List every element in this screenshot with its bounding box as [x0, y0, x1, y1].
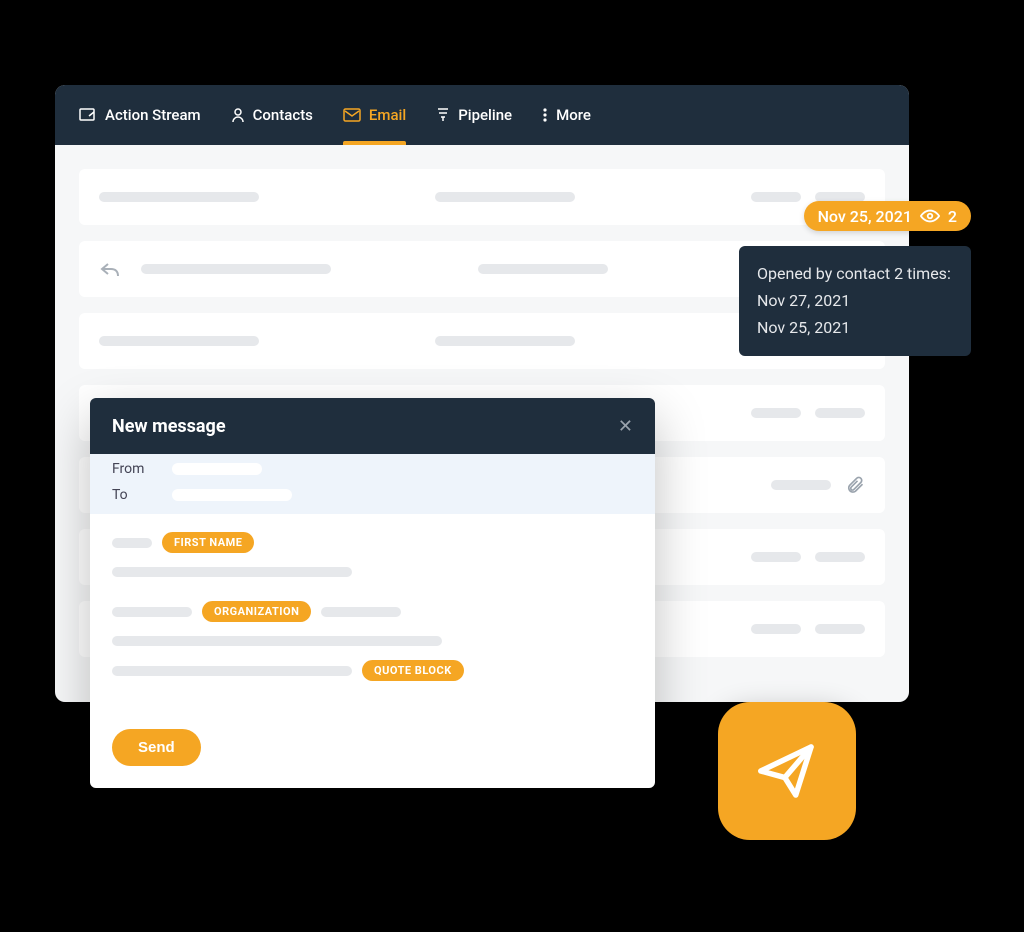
- close-icon[interactable]: ✕: [618, 416, 633, 437]
- tooltip-time: Nov 27, 2021: [757, 287, 953, 314]
- open-tracking-date: Nov 25, 2021: [818, 207, 912, 226]
- contacts-icon: [231, 107, 245, 123]
- nav-pipeline[interactable]: Pipeline: [436, 85, 512, 145]
- composer-body[interactable]: FIRST NAME ORGANIZATION QUOTE BLOCK Send: [90, 514, 655, 788]
- from-label: From: [112, 461, 158, 477]
- top-nav: Action Stream Contacts Email Pipeline Mo…: [55, 85, 909, 145]
- merge-tag-first-name[interactable]: FIRST NAME: [162, 532, 254, 553]
- nav-email-label: Email: [369, 106, 406, 124]
- paper-plane-icon: [752, 736, 822, 806]
- email-icon: [343, 108, 361, 122]
- reply-icon: [99, 260, 121, 278]
- tooltip-time: Nov 25, 2021: [757, 314, 953, 341]
- open-tracking-badge[interactable]: Nov 25, 2021 2: [804, 201, 971, 231]
- to-field[interactable]: To: [112, 482, 633, 508]
- nav-action-stream-label: Action Stream: [105, 106, 201, 124]
- action-stream-icon: [79, 107, 97, 123]
- pipeline-icon: [436, 107, 450, 123]
- open-tracking-tooltip: Opened by contact 2 times: Nov 27, 2021 …: [739, 246, 971, 356]
- nav-action-stream[interactable]: Action Stream: [79, 85, 201, 145]
- composer-title: New message: [112, 416, 226, 437]
- more-icon: [542, 107, 548, 123]
- attachment-icon[interactable]: [845, 475, 865, 495]
- composer-header: New message ✕: [90, 398, 655, 454]
- nav-pipeline-label: Pipeline: [458, 106, 512, 124]
- send-fab[interactable]: [718, 702, 856, 840]
- nav-more-label: More: [556, 106, 591, 124]
- tooltip-title: Opened by contact 2 times:: [757, 260, 953, 287]
- nav-more[interactable]: More: [542, 85, 591, 145]
- composer-fields: From To: [90, 454, 655, 514]
- nav-contacts[interactable]: Contacts: [231, 85, 313, 145]
- open-tracking-count: 2: [948, 207, 957, 226]
- nav-email[interactable]: Email: [343, 85, 406, 145]
- eye-icon: [920, 209, 940, 223]
- to-label: To: [112, 487, 158, 503]
- merge-tag-quote-block[interactable]: QUOTE BLOCK: [362, 660, 464, 681]
- list-item[interactable]: [79, 169, 885, 225]
- composer-panel: New message ✕ From To FIRST NAME ORGANIZ…: [90, 398, 655, 788]
- nav-contacts-label: Contacts: [253, 106, 313, 124]
- merge-tag-organization[interactable]: ORGANIZATION: [202, 601, 311, 622]
- from-field[interactable]: From: [112, 456, 633, 482]
- send-button[interactable]: Send: [112, 729, 201, 766]
